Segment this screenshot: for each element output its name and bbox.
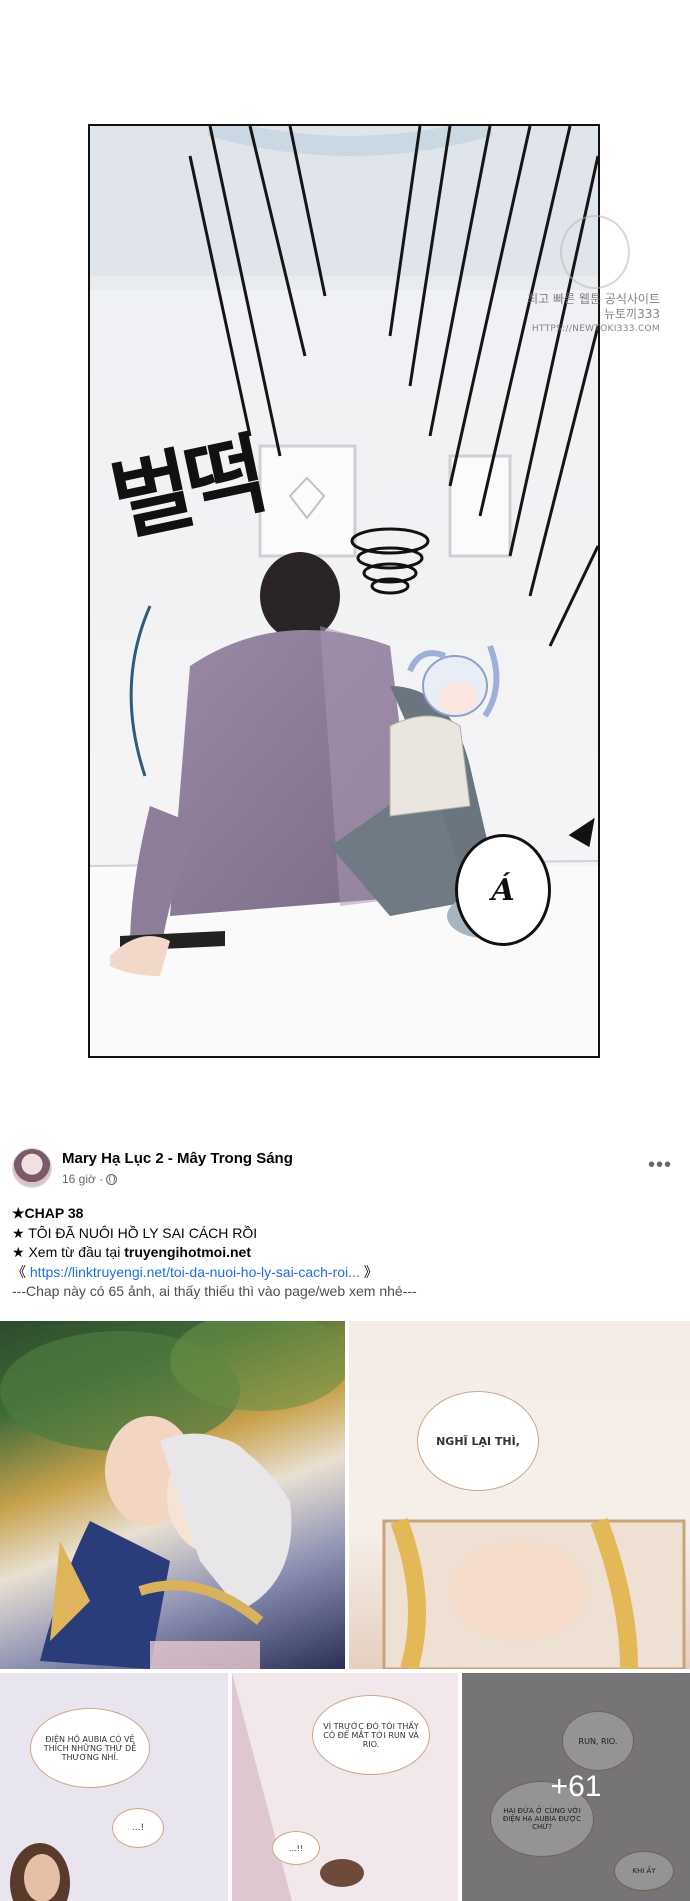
read-from-prefix: ★ Xem từ đầu tại	[12, 1244, 125, 1260]
post-photo-2[interactable]: NGHĨ LẠI THÌ,	[349, 1321, 690, 1669]
post-photo-1[interactable]	[0, 1321, 345, 1669]
photo4-speech-bubble-1: VÌ TRƯỚC ĐÓ TÔI THẤY CÔ ĐỂ MẮT TỚI RUN V…	[312, 1695, 430, 1775]
post-time[interactable]: 16 giờ ·	[62, 1172, 103, 1186]
speech-bubble: Á	[455, 834, 551, 946]
read-from-site: truyengihotmoi.net	[124, 1244, 251, 1260]
link-close: 》	[359, 1263, 378, 1280]
more-photos-overlay[interactable]: +61	[462, 1673, 690, 1901]
globe-icon	[106, 1173, 118, 1185]
post-line-link: 《 https://linktruyengi.net/toi-da-nuoi-h…	[12, 1263, 678, 1283]
post-body: ★CHAP 38 ★ TÔI ĐÃ NUÔI HỒ LY SAI CÁCH RỒ…	[12, 1204, 678, 1302]
photo2-art	[382, 1517, 686, 1669]
speech-bubble-text: Á	[491, 872, 515, 908]
post-author-link[interactable]: Mary Hạ Lục 2 - Mây Trong Sáng	[62, 1150, 293, 1167]
post-photo-5[interactable]: RUN, RIO. HAI ĐỨA Ở CÙNG VỚI ĐIỆN HẠ AUB…	[462, 1673, 690, 1901]
post-line-title: ★ TÔI ĐÃ NUÔI HỒ LY SAI CÁCH RỒI	[12, 1224, 258, 1241]
link-open: 《	[12, 1263, 30, 1280]
avatar[interactable]	[12, 1148, 52, 1188]
photo3-art	[10, 1843, 70, 1901]
photo1-art	[0, 1321, 345, 1669]
watermark-logo-icon	[560, 215, 630, 289]
post-line-note: ---Chap này có 65 ảnh, ai thấy thiếu thì…	[12, 1283, 417, 1299]
post-header: Mary Hạ Lục 2 - Mây Trong Sáng 16 giờ · …	[12, 1148, 678, 1192]
watermark-line2: 뉴토끼333	[603, 307, 660, 321]
post-meta: 16 giờ ·	[62, 1172, 118, 1186]
watermark-url: HTTPS://NEWTOKI333.COM	[531, 324, 660, 334]
post-link[interactable]: https://linktruyengi.net/toi-da-nuoi-ho-…	[30, 1264, 360, 1280]
watermark: 최고 빠른 웹툰 공식사이트 뉴토끼333 HTTPS://NEWTOKI333…	[520, 292, 660, 337]
post-photo-4[interactable]: VÌ TRƯỚC ĐÓ TÔI THẤY CÔ ĐỂ MẮT TỚI RUN V…	[232, 1673, 458, 1901]
more-options-button[interactable]: •••	[648, 1154, 672, 1177]
more-photos-count: +61	[550, 1770, 602, 1803]
watermark-line1: 최고 빠른 웹툰 공식사이트	[527, 292, 660, 306]
post-photo-3[interactable]: ĐIỆN HỘ AUBIA CÓ VẺ THÍCH NHỮNG THỨ DỄ T…	[0, 1673, 228, 1901]
post-line-chap: ★CHAP 38	[12, 1205, 84, 1221]
post-line-read-from: ★ Xem từ đầu tại truyengihotmoi.net	[12, 1243, 678, 1263]
photo4-speech-bubble-2: ...!!	[272, 1831, 320, 1865]
